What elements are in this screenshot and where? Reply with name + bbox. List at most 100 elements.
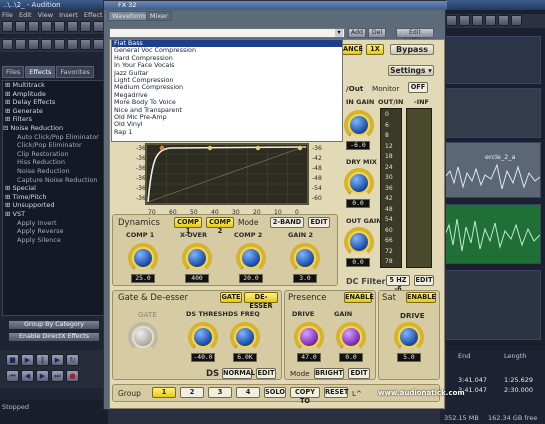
x-over-readout[interactable]: 400 <box>185 274 209 283</box>
dc-filter-value[interactable]: 5 HZ -6 <box>386 275 410 293</box>
ds-freq-knob[interactable] <box>230 322 260 352</box>
dc-filter-edit-button[interactable]: EDIT <box>414 275 434 286</box>
deesser-button[interactable]: DE-ESSER <box>244 292 278 310</box>
menu-view[interactable]: View <box>38 11 53 19</box>
tree-item[interactable]: Special <box>3 184 105 193</box>
menu-edit[interactable]: Edit <box>19 11 32 19</box>
toolbar-button[interactable] <box>67 39 78 50</box>
forward-end-button[interactable]: ⏭ <box>51 370 64 382</box>
comp2-readout[interactable]: 20.0 <box>239 274 263 283</box>
track-lane[interactable] <box>444 88 541 138</box>
out-gain-knob[interactable] <box>344 227 374 257</box>
bypass-button[interactable]: Bypass <box>390 44 434 55</box>
gain2-knob[interactable] <box>290 243 320 273</box>
presence-edit-button[interactable]: EDIT <box>348 368 370 379</box>
toolbar-button[interactable] <box>15 21 26 32</box>
group-1-button[interactable]: 1 <box>152 387 176 398</box>
tree-item[interactable]: Noise Reduction <box>3 124 105 133</box>
toolbar-button[interactable] <box>511 15 522 26</box>
tree-item[interactable]: Filters <box>3 115 105 124</box>
record-button[interactable]: ● <box>66 370 79 382</box>
presence-gain-knob[interactable] <box>336 322 366 352</box>
group-2-button[interactable]: 2 <box>180 387 204 398</box>
tab-files[interactable]: Files <box>2 66 25 78</box>
group-by-category-button[interactable]: Group By Category <box>8 320 100 330</box>
gate-edit-button[interactable]: EDIT <box>256 368 276 379</box>
forward-button[interactable]: ▶ <box>36 370 49 382</box>
tree-item[interactable]: Amplitude <box>3 90 105 99</box>
tree-item[interactable]: Multitrack <box>3 81 105 90</box>
tree-item[interactable]: Clip Restoration <box>3 150 105 159</box>
gain2-readout[interactable]: 3.0 <box>293 274 317 283</box>
rewind-start-button[interactable]: ⏮ <box>6 370 19 382</box>
comp1-button[interactable]: COMP 1 <box>174 217 202 235</box>
toolbar-button[interactable] <box>54 39 65 50</box>
tree-item[interactable]: Generate <box>3 107 105 116</box>
tree-item[interactable]: Auto Click/Pop Eliminator <box>3 133 105 142</box>
edit-setting-button[interactable]: Edit Setting <box>396 28 434 44</box>
in-gain-readout[interactable]: -6.0 <box>346 141 370 150</box>
preset-item[interactable]: Old Vinyl <box>112 121 342 129</box>
copy-to-button[interactable]: COPY TO <box>290 387 320 405</box>
rewind-button[interactable]: ◀ <box>21 370 34 382</box>
preset-list[interactable]: Flat Bass General Voc Compression Hard Com… <box>111 39 343 142</box>
ds-thresh-knob[interactable] <box>188 322 218 352</box>
sat-drive-readout[interactable]: 5.0 <box>397 353 421 362</box>
audio-clip[interactable] <box>444 204 541 264</box>
tree-item[interactable]: VST <box>3 210 105 219</box>
toolbar-button[interactable] <box>41 39 52 50</box>
gate-knob[interactable] <box>128 322 158 352</box>
solo-button[interactable]: SOLO <box>264 387 286 398</box>
preset-item[interactable]: Rap 1 <box>112 128 342 136</box>
settings-button[interactable]: Settings ▾ <box>388 65 434 76</box>
tree-item[interactable]: Capture Noise Reduction <box>3 176 105 185</box>
x-over-knob[interactable] <box>182 243 212 273</box>
compression-curve-display[interactable]: -36-36-36-36-36-36-36-42-48-48-54-6070 60… <box>110 138 340 218</box>
toolbar-button[interactable] <box>54 21 65 32</box>
tab-effects[interactable]: Effects <box>25 66 56 78</box>
toolbar-button[interactable] <box>80 39 91 50</box>
tree-item[interactable]: Apply Invert <box>3 219 105 228</box>
band-mode-button[interactable]: 2-BAND <box>270 217 304 228</box>
sat-drive-knob[interactable] <box>394 322 424 352</box>
presence-drive-knob[interactable] <box>294 322 324 352</box>
toolbar-button[interactable] <box>485 15 496 26</box>
tree-item[interactable]: Unsupported <box>3 201 105 210</box>
tree-item[interactable]: Time/Pitch <box>3 193 105 202</box>
ab-compare-button[interactable]: ANCE <box>342 44 363 55</box>
reset-button[interactable]: RESET <box>324 387 348 398</box>
oversample-button[interactable]: 1X <box>366 44 384 55</box>
tree-item[interactable]: Hiss Reduction <box>3 158 105 167</box>
toolbar-button[interactable] <box>472 15 483 26</box>
dynamics-edit-button[interactable]: EDIT <box>308 217 330 228</box>
tab-favorites[interactable]: Favorites <box>56 66 94 78</box>
presence-drive-readout[interactable]: 47.0 <box>297 353 321 362</box>
presence-gain-readout[interactable]: 0.0 <box>339 353 363 362</box>
tree-item[interactable]: Apply Reverse <box>3 227 105 236</box>
preset-item[interactable]: Old Mic Pre-Amp <box>112 113 342 121</box>
group-3-button[interactable]: 3 <box>208 387 232 398</box>
toolbar-button[interactable] <box>28 21 39 32</box>
end-value[interactable]: 3:41.047 <box>458 376 487 384</box>
menu-file[interactable]: File <box>2 11 13 19</box>
toolbar-button[interactable] <box>2 21 13 32</box>
toolbar-button[interactable] <box>446 15 457 26</box>
comp2-knob[interactable] <box>236 243 266 273</box>
presence-enable-button[interactable]: ENABLE <box>344 292 374 303</box>
tab-mixer[interactable]: Mixer <box>146 11 172 21</box>
audio-clip[interactable]: ercle_2_a <box>444 142 541 198</box>
comp1-readout[interactable]: 25.0 <box>131 274 155 283</box>
chevron-down-icon[interactable]: ▾ <box>335 29 343 37</box>
track-lane[interactable] <box>444 270 541 340</box>
gate-button[interactable]: GATE <box>220 292 242 303</box>
tree-item[interactable]: Click/Pop Eliminator <box>3 141 105 150</box>
toolbar-button[interactable] <box>28 39 39 50</box>
toolbar-button[interactable] <box>15 39 26 50</box>
toolbar-button[interactable] <box>2 39 13 50</box>
dry-mix-readout[interactable]: 0.0 <box>346 199 370 208</box>
menu-insert[interactable]: Insert <box>59 11 78 19</box>
play-to-end-button[interactable]: ▶ <box>51 354 64 366</box>
comp2-button[interactable]: COMP 2 <box>206 217 234 235</box>
presence-mode-button[interactable]: BRIGHT <box>314 368 344 379</box>
ds-freq-readout[interactable]: 6.0K <box>233 353 257 362</box>
